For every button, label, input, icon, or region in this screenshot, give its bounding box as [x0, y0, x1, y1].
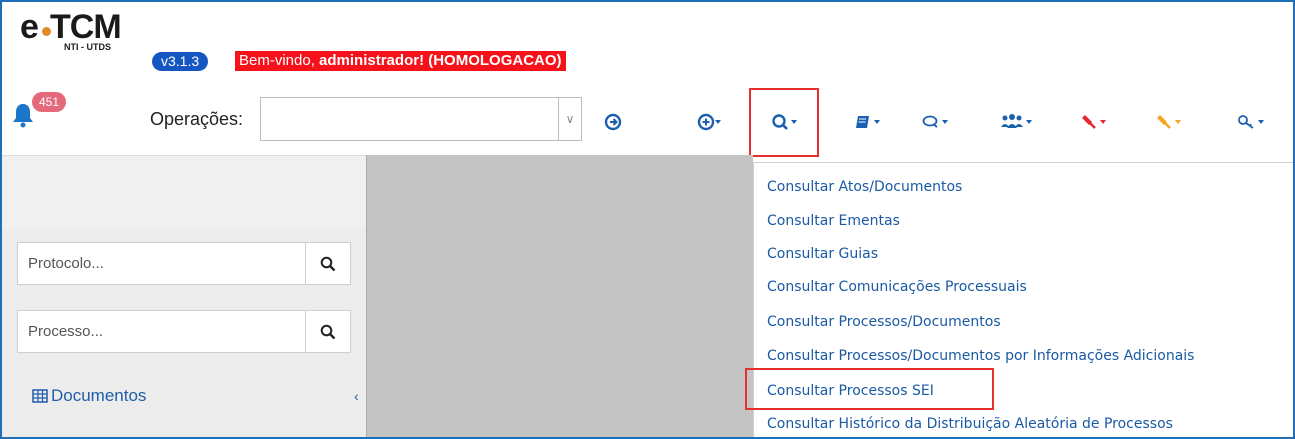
notification-count-badge[interactable]: 451 — [32, 92, 67, 112]
protocol-search-input[interactable] — [18, 243, 306, 284]
welcome-banner: Bem-vindo, administrador! (HOMOLOGACAO) — [235, 51, 566, 71]
protocol-search-group — [17, 242, 351, 285]
operations-select[interactable]: ∨ — [260, 97, 582, 141]
menu-item-consultar-guias[interactable]: Consultar Guias — [767, 246, 878, 262]
operations-label: Operações: — [150, 109, 244, 129]
go-arrow-icon[interactable] — [604, 113, 622, 131]
protocol-search-button[interactable] — [305, 243, 350, 284]
search-icon — [320, 256, 336, 271]
app-window: e TCM NTI - UTDS v3.1.3 Bem-vindo, admin… — [0, 0, 1295, 439]
chevron-left-icon[interactable]: ‹ — [354, 388, 359, 404]
key-search-icon[interactable] — [1237, 113, 1269, 131]
process-search-button[interactable] — [305, 311, 350, 352]
process-search-input[interactable] — [18, 311, 306, 352]
menu-item-consultar-comunicacoes[interactable]: Consultar Comunicações Processuais — [767, 279, 1027, 295]
gavel-orange-icon[interactable] — [1155, 113, 1185, 131]
chat-icon[interactable] — [922, 113, 952, 131]
sidebar-top-area — [2, 155, 366, 229]
menu-item-consultar-atos[interactable]: Consultar Atos/Documentos — [767, 179, 962, 195]
sidebar-item-documentos[interactable]: Documentos ‹ — [32, 386, 359, 406]
menu-item-consultar-ementas[interactable]: Consultar Ementas — [767, 213, 900, 229]
users-icon[interactable] — [1000, 113, 1034, 131]
add-icon[interactable] — [697, 113, 723, 131]
etcm-logo[interactable]: e TCM NTI - UTDS — [20, 8, 140, 52]
process-search-group — [17, 310, 351, 353]
menu-item-consultar-processos-documentos[interactable]: Consultar Processos/Documentos — [767, 314, 1001, 330]
search-icon — [320, 324, 336, 339]
chevron-down-icon[interactable]: ∨ — [558, 98, 581, 140]
book-icon[interactable] — [855, 113, 883, 131]
sidebar-item-label: Documentos — [51, 386, 147, 405]
processos-sei-highlight — [745, 368, 994, 410]
table-icon — [32, 389, 48, 403]
menu-item-consultar-historico-distribuicao[interactable]: Consultar Histórico da Distribuição Alea… — [767, 416, 1173, 432]
gavel-red-icon[interactable] — [1080, 113, 1110, 131]
menu-item-consultar-processos-info-adicionais[interactable]: Consultar Processos/Documentos por Infor… — [767, 348, 1194, 364]
bell-icon[interactable] — [12, 102, 34, 128]
logo-subtitle: NTI - UTDS — [64, 42, 111, 52]
version-badge: v3.1.3 — [152, 52, 209, 71]
search-icon[interactable] — [771, 113, 799, 131]
content-area — [366, 155, 753, 437]
